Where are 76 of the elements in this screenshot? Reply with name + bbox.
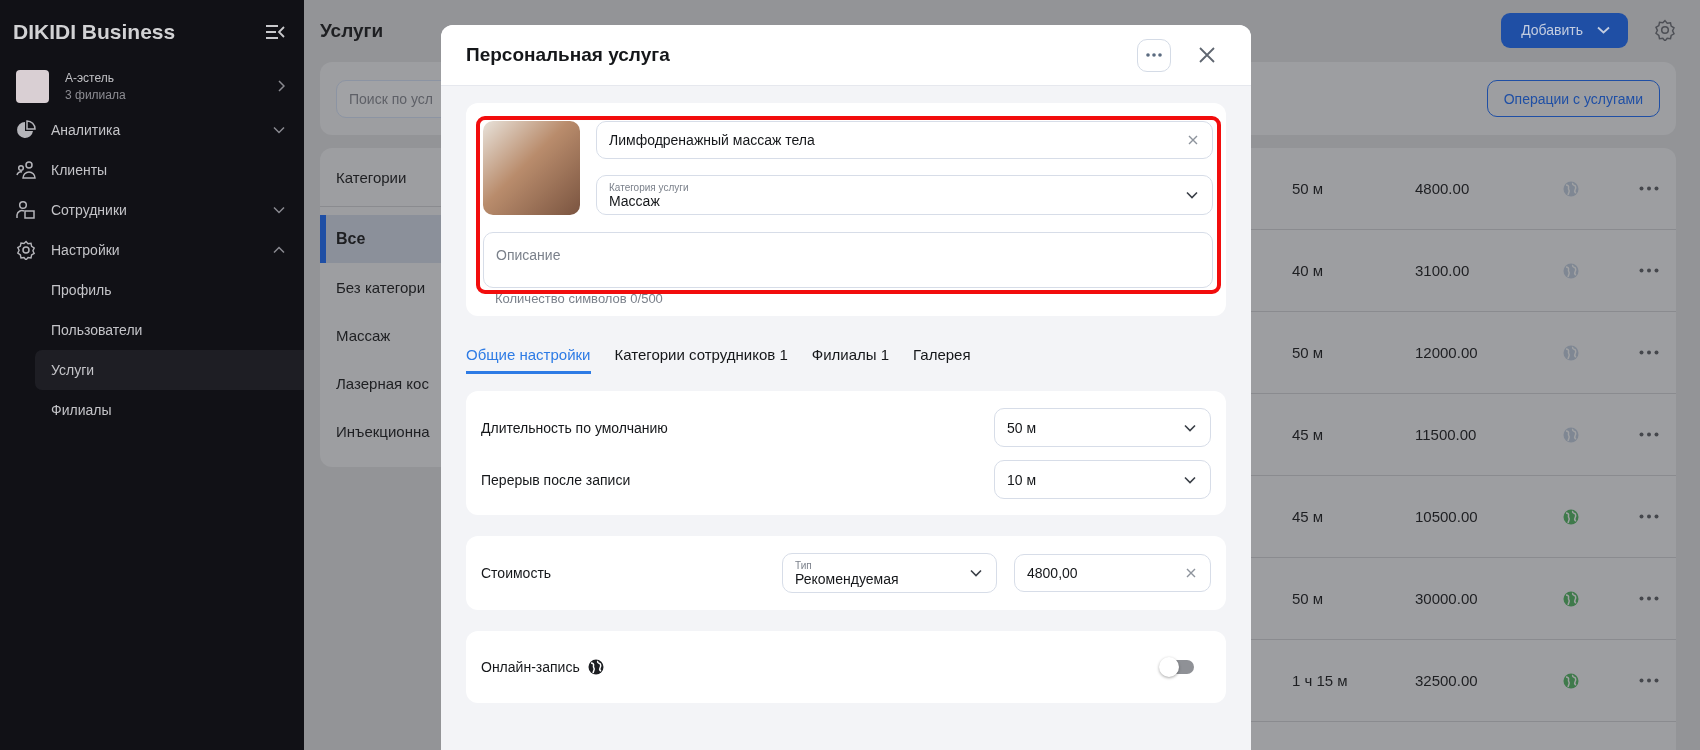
chevron-icon xyxy=(1184,423,1196,432)
price-cell-text: 4800.00 xyxy=(1415,180,1471,197)
people-icon xyxy=(16,160,36,180)
more-icon[interactable] xyxy=(1639,350,1659,355)
tab[interactable]: Категории сотрудников 1 xyxy=(614,344,788,374)
close-icon[interactable] xyxy=(1199,47,1215,63)
more-icon[interactable] xyxy=(1639,678,1659,683)
nav-subitem[interactable]: Пользователи xyxy=(0,310,304,350)
globe-icon xyxy=(587,659,604,675)
nav-subitem[interactable]: Услуги xyxy=(35,350,304,390)
price-cell-text: 3100.00 xyxy=(1415,262,1471,279)
more-icon[interactable] xyxy=(1639,596,1659,601)
logo-icon xyxy=(16,69,49,103)
more-icon[interactable] xyxy=(1639,186,1659,191)
nav-subitem[interactable]: Профиль xyxy=(0,270,304,310)
nav-item[interactable]: Сотрудники xyxy=(0,190,304,230)
description-field[interactable]: Описание xyxy=(483,232,1213,288)
add-button[interactable]: Добавить xyxy=(1501,12,1628,48)
online-booking-toggle[interactable] xyxy=(1162,660,1194,674)
branch-count: 3 филиала xyxy=(65,87,127,102)
pie-chart-icon xyxy=(16,120,36,140)
more-button[interactable] xyxy=(1137,38,1171,72)
setting-label: Длительность по умолчанию xyxy=(481,419,668,436)
brand-title: DIKIDI Business xyxy=(13,20,176,44)
nav-item[interactable]: Аналитика xyxy=(0,110,304,150)
price-cell-text: 11500.00 xyxy=(1415,426,1478,443)
chevron-icon xyxy=(1597,26,1610,34)
chevron-icon xyxy=(273,246,285,254)
more-icon[interactable] xyxy=(1639,514,1659,519)
duration-cell-text: 50 м xyxy=(1292,344,1325,361)
more-icon[interactable] xyxy=(1639,268,1659,273)
duration-cell-text: 45 м xyxy=(1292,508,1325,525)
nav-subitem[interactable]: Филиалы xyxy=(0,390,304,430)
settings-icon xyxy=(16,240,36,260)
tab[interactable]: Общие настройки xyxy=(466,344,591,374)
duration-select[interactable]: 10 м xyxy=(994,460,1211,499)
nav-item[interactable]: Клиенты xyxy=(0,150,304,190)
chevron-icon xyxy=(277,80,285,92)
page-title: Услуги xyxy=(320,20,384,42)
more-icon[interactable] xyxy=(1639,432,1659,437)
photo-placeholder[interactable] xyxy=(483,121,580,215)
clear-icon[interactable] xyxy=(1188,135,1198,145)
price-cell-text: 10500.00 xyxy=(1415,508,1479,525)
chevron-icon xyxy=(1184,475,1196,484)
clear-icon[interactable] xyxy=(1186,568,1196,578)
tab[interactable]: Филиалы 1 xyxy=(811,344,890,374)
dialog-title: Персональная услуга xyxy=(466,44,671,66)
duration-cell-text: 1 ч 15 м xyxy=(1292,672,1349,689)
nav-item[interactable]: Настройки xyxy=(0,230,304,270)
category-select[interactable]: Категория услуги Массаж xyxy=(596,175,1213,215)
duration-select[interactable]: 50 м xyxy=(994,408,1211,447)
chevron-icon xyxy=(273,126,285,134)
price-cell-text: 12000.00 xyxy=(1415,344,1479,361)
duration-cell-text: 45 м xyxy=(1292,426,1325,443)
collapse-menu-icon[interactable] xyxy=(265,24,285,40)
price-cell-text: 30000.00 xyxy=(1415,590,1479,607)
organization-switcher[interactable]: А-эстель 3 филиала xyxy=(16,68,285,104)
duration-cell-text: 50 м xyxy=(1292,180,1325,197)
more-icon xyxy=(1146,53,1162,57)
price-cell-text: 32500.00 xyxy=(1415,672,1479,689)
duration-cell-text: 40 м xyxy=(1292,262,1325,279)
price-type-select[interactable]: Тип Рекомендуемая xyxy=(782,553,997,593)
tab[interactable]: Галерея xyxy=(913,344,971,374)
chevron-icon xyxy=(1186,191,1198,199)
settings-icon[interactable] xyxy=(1654,19,1676,41)
setting-label: Перерыв после записи xyxy=(481,471,631,488)
character-count: Количество символов 0/500 xyxy=(495,291,664,306)
organization-name: А-эстель xyxy=(65,70,115,85)
duration-cell-text: 50 м xyxy=(1292,590,1325,607)
chevron-icon xyxy=(273,206,285,214)
chevron-icon xyxy=(970,569,982,577)
price-field[interactable]: 4800,00 xyxy=(1014,554,1211,592)
online-booking-label: Онлайн-запись xyxy=(481,659,580,675)
service-name-field[interactable]: Лимфодренажный массаж тела xyxy=(596,121,1213,159)
person-badge-icon xyxy=(16,200,36,220)
cost-label: Стоимость xyxy=(481,565,553,581)
